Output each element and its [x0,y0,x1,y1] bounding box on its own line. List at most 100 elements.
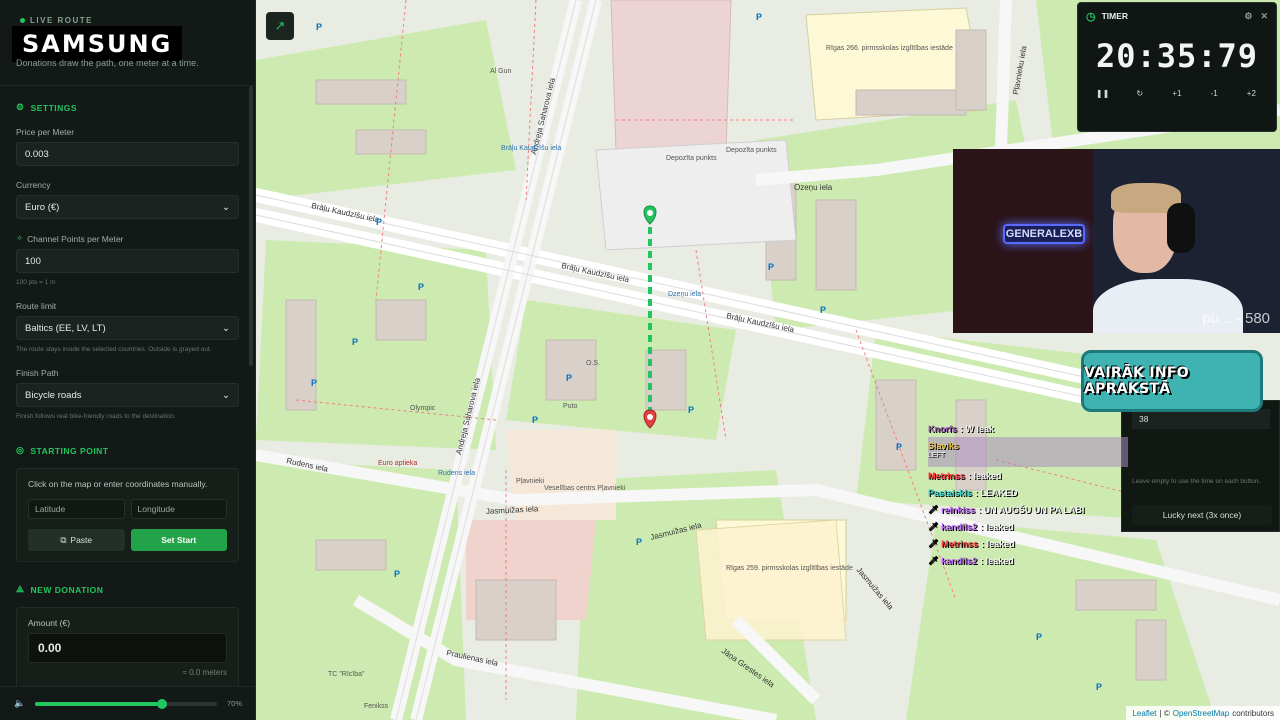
volume-bar: 🔈 70% [0,686,255,720]
chat-message: 🗡 kandils2: leaked [928,552,1128,569]
chat-message-row: Knorfs: W leak [928,424,994,434]
sword-badge-icon: 🗡 [928,521,939,531]
chat-message-row: 🗡 kandils2: leaked [928,522,1014,532]
map-label-plavnieki: Pļavnieki [516,478,544,485]
coord-row: Latitude Longitude [28,499,227,520]
route-limit-value: Baltics (EE, LV, LT) [25,322,106,334]
timer-minus1-button[interactable]: -1 [1200,89,1228,98]
chat-text: : leaked [980,555,1014,566]
price-value: 0.003 [25,148,49,160]
chat-subtext: LEFT [928,452,946,459]
chevron-down-icon: ⌄ [222,322,230,334]
timer-title: TIMER [1101,11,1129,21]
volume-knob[interactable] [157,698,168,709]
meters-estimate: ≈ 0.0 meters [182,668,227,678]
svg-text:P: P [756,12,762,22]
close-icon[interactable]: ✕ [1260,11,1268,22]
finish-path-label: Finish Path [16,368,59,379]
chat-message-row: Pastaiskls: LEAKED [928,488,1018,498]
chat-message: Slaviks LEFT [928,437,1128,467]
settings-title-text: SETTINGS [30,102,78,113]
leaflet-link[interactable]: Leaflet [1132,709,1156,718]
chevron-down-icon: ⌄ [222,389,230,401]
chat-username[interactable]: Metrinss [928,471,965,481]
chat-message: Knorfs: W leak [928,420,1128,437]
map-label-ozenu: Ozeņu iela [794,183,833,192]
sword-badge-icon: 🗡 [928,504,939,514]
right-panel-input[interactable]: 38 [1132,409,1270,429]
chat-message: Metrinss: leaked [928,467,1128,484]
svg-text:P: P [688,405,694,415]
set-start-button[interactable]: Set Start [130,529,227,552]
chat-message: Pastaiskls: LEAKED [928,484,1128,501]
osm-link[interactable]: OpenStreetMap [1173,709,1229,718]
route-limit-select[interactable]: Baltics (EE, LV, LT) ⌄ [16,316,239,341]
app-root: LIVE ROUTE SAMSUNG Donations draw the pa… [0,0,1280,720]
lucky-next-button[interactable]: Lucky next (3x once) [1132,505,1272,525]
chat-message-row: 🗡 kandils2: leaked [928,556,1014,566]
chat-username[interactable]: Knorfs [928,424,957,434]
timer-header: ◷ TIMER ⚙ ✕ [1078,3,1276,29]
sparkle-icon: ✧ [16,233,24,243]
chat-username[interactable]: kandils2 [941,556,977,566]
chat-username[interactable]: Metrinss [941,539,978,549]
speaker-icon[interactable]: 🔈 [14,698,25,709]
headset-icon [1167,203,1195,253]
channel-points-label-row: ✧ Channel Points per Meter [16,233,239,244]
clipboard-icon: ⧉ [60,534,67,545]
chat-username[interactable]: reinkiss [941,505,975,515]
webcam-overlay: GENERALEXB pu... - 580 [953,149,1280,333]
reset-icon[interactable]: ↻ [1126,89,1154,98]
chat-username[interactable]: kandils2 [941,522,977,532]
chat-text: : leaked [968,470,1002,481]
gear-icon[interactable]: ⚙ [1244,11,1252,22]
timer-header-actions: ⚙ ✕ [1244,11,1268,22]
svg-text:P: P [376,217,382,227]
chat-message-row: Metrinss: leaked [928,471,1002,481]
sidebar-scrollbar[interactable] [249,86,253,366]
chat-overlay: Knorfs: W leak Slaviks LEFT Metrinss: leake… [928,420,1128,569]
settings-title: ⚙ SETTINGS [16,102,239,113]
svg-text:P: P [316,22,322,32]
channel-points-input[interactable]: 100 [16,249,239,273]
right-panel: 38 Leave empty to use the time on each b… [1121,400,1280,532]
attribution-sep: | © [1159,708,1170,718]
latitude-input[interactable]: Latitude [28,499,125,520]
svg-text:P: P [352,337,358,347]
amount-input[interactable]: 0.00 [28,633,227,664]
timer-plus2-button[interactable]: +2 [1237,89,1265,98]
paste-button[interactable]: ⧉ Paste [28,529,125,552]
finish-path-select[interactable]: Bicycle roads ⌄ [16,383,239,408]
timer-plus1-button[interactable]: +1 [1163,89,1191,98]
attribution-contrib: contributors [1232,708,1274,718]
chat-message: 🗡 kandils2: leaked [928,518,1128,535]
svg-text:P: P [418,282,424,292]
map-label-algun: Al Gun [490,68,512,75]
chevron-down-icon: ⌄ [222,201,230,213]
volume-fill [35,701,163,706]
clock-icon: ◷ [1086,10,1096,23]
pause-icon[interactable]: ❚❚ [1089,89,1117,98]
new-donation-title: ⟁ NEW DONATION [16,584,239,595]
pin-icon: ◎ [16,445,25,456]
chat-username[interactable]: Slaviks [928,441,959,451]
map-label-feniks: Fenikss [364,703,389,710]
starting-point-text: Click on the map or enter coordinates ma… [28,479,208,490]
svg-text:P: P [896,442,902,452]
price-input[interactable]: 0.003 [16,142,239,166]
map-label-dep1: Depozīta punkts [666,155,717,162]
longitude-input[interactable]: Longitude [130,499,227,520]
chat-username[interactable]: Pastaiskls [928,488,972,498]
sidebar: LIVE ROUTE SAMSUNG Donations draw the pa… [0,0,256,720]
map-label-vesel: Veselības centrs Pļavnieki [544,485,626,492]
trend-icon[interactable]: ↗ [266,12,294,40]
currency-select[interactable]: Euro (€) ⌄ [16,195,239,219]
map-attribution: Leaflet | © OpenStreetMap contributors [1126,706,1280,720]
map-label-olympic: Olympic [410,405,436,412]
volume-slider[interactable] [35,698,217,709]
live-route-label: LIVE ROUTE [20,16,93,25]
chat-message-row: Slaviks [928,441,959,451]
new-donation-title-text: NEW DONATION [30,584,104,595]
brand-logo: SAMSUNG [12,26,183,62]
svg-text:P: P [1036,632,1042,642]
